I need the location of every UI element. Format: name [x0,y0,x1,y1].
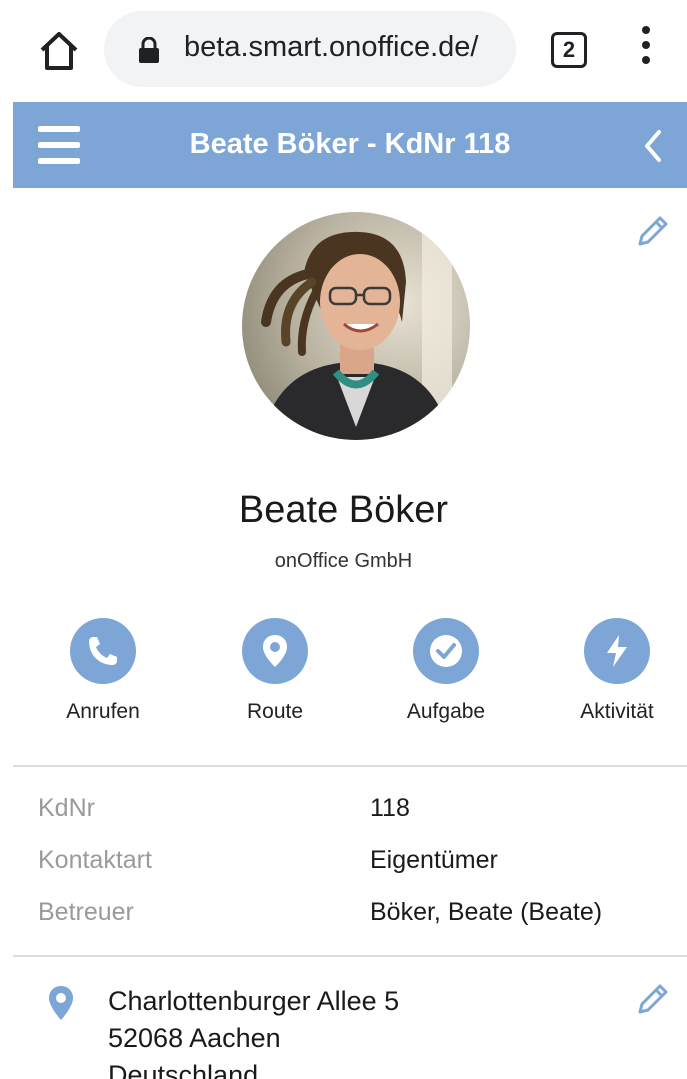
edit-contact-pencil-icon[interactable] [632,212,672,252]
route-button[interactable]: Route [195,618,355,724]
detail-row-kontaktart: Kontaktart Eigentümer [38,846,678,886]
phone-icon [70,618,136,684]
address-block[interactable]: Charlottenburger Allee 5 52068 Aachen De… [108,983,399,1079]
detail-label: Kontaktart [38,846,152,874]
browser-toolbar: beta.smart.onoffice.de/ 2 [0,0,687,100]
detail-value: 118 [370,794,410,822]
edit-address-pencil-icon[interactable] [632,980,672,1020]
activity-button[interactable]: Aktivität [537,618,687,724]
detail-label: KdNr [38,794,95,822]
divider [13,955,687,957]
task-label: Aufgabe [406,700,486,723]
lightning-icon [584,618,650,684]
location-pin-icon [46,984,76,1022]
address-bar[interactable]: beta.smart.onoffice.de/ [104,11,516,87]
address-street: Charlottenburger Allee 5 [108,986,400,1016]
divider [13,765,687,767]
avatar [242,212,470,440]
contact-company: onOffice GmbH [274,550,413,572]
lock-icon [138,36,160,63]
url-text[interactable]: beta.smart.onoffice.de/ [184,31,510,64]
detail-row-betreuer: Betreuer Böker, Beate (Beate) [38,898,678,938]
page-title: Beate Böker - KdNr 118 [189,128,511,160]
task-button[interactable]: Aufgabe [366,618,526,724]
app-header: Beate Böker - KdNr 118 [13,102,687,188]
detail-value: Böker, Beate (Beate) [370,898,603,926]
chevron-left-icon[interactable] [639,126,665,166]
contact-name: Beate Böker [238,489,449,531]
route-label: Route [246,700,304,723]
detail-row-kdnr: KdNr 118 [38,794,678,834]
activity-label: Aktivität [580,700,654,723]
address-country: Deutschland [108,1060,259,1079]
address-city: 52068 Aachen [108,1023,281,1053]
location-pin-icon [242,618,308,684]
tab-switcher-button[interactable]: 2 [551,32,587,68]
detail-label: Betreuer [38,898,134,926]
home-icon[interactable] [36,28,82,74]
call-label: Anrufen [66,700,140,723]
check-circle-icon [413,618,479,684]
page: beta.smart.onoffice.de/ 2 Beate Böker - … [0,0,687,1079]
more-menu-icon[interactable] [636,26,656,72]
detail-value: Eigentümer [370,846,498,874]
call-button[interactable]: Anrufen [23,618,183,724]
